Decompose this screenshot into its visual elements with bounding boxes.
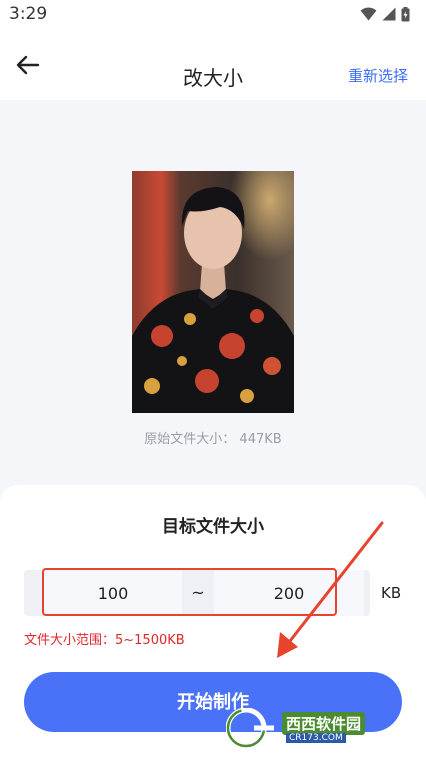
annotation-highlight-box [42, 568, 337, 616]
reselect-button[interactable]: 重新选择 [348, 65, 408, 86]
size-unit: KB [381, 584, 402, 602]
status-time: 3:29 [9, 4, 48, 24]
watermark-logo-icon [226, 708, 274, 748]
preview-area: 原始文件大小： 447KB [0, 100, 426, 495]
signal-icon [382, 7, 396, 21]
battery-icon [401, 6, 410, 21]
watermark-brand: 西西软件园 [282, 712, 366, 735]
watermark-url: CR173.COM [286, 733, 346, 743]
status-bar: 3:29 [0, 0, 426, 30]
app-header: 改大小 重新选择 [0, 30, 426, 100]
preview-photo [132, 171, 294, 413]
size-range-hint: 文件大小范围：5~1500KB [24, 633, 185, 648]
wifi-icon [360, 7, 377, 21]
original-size-label: 原始文件大小： 447KB [144, 432, 282, 447]
watermark: 西西软件园 CR173.COM [226, 707, 406, 749]
status-icons [360, 6, 410, 22]
sheet-title: 目标文件大小 [162, 517, 264, 537]
